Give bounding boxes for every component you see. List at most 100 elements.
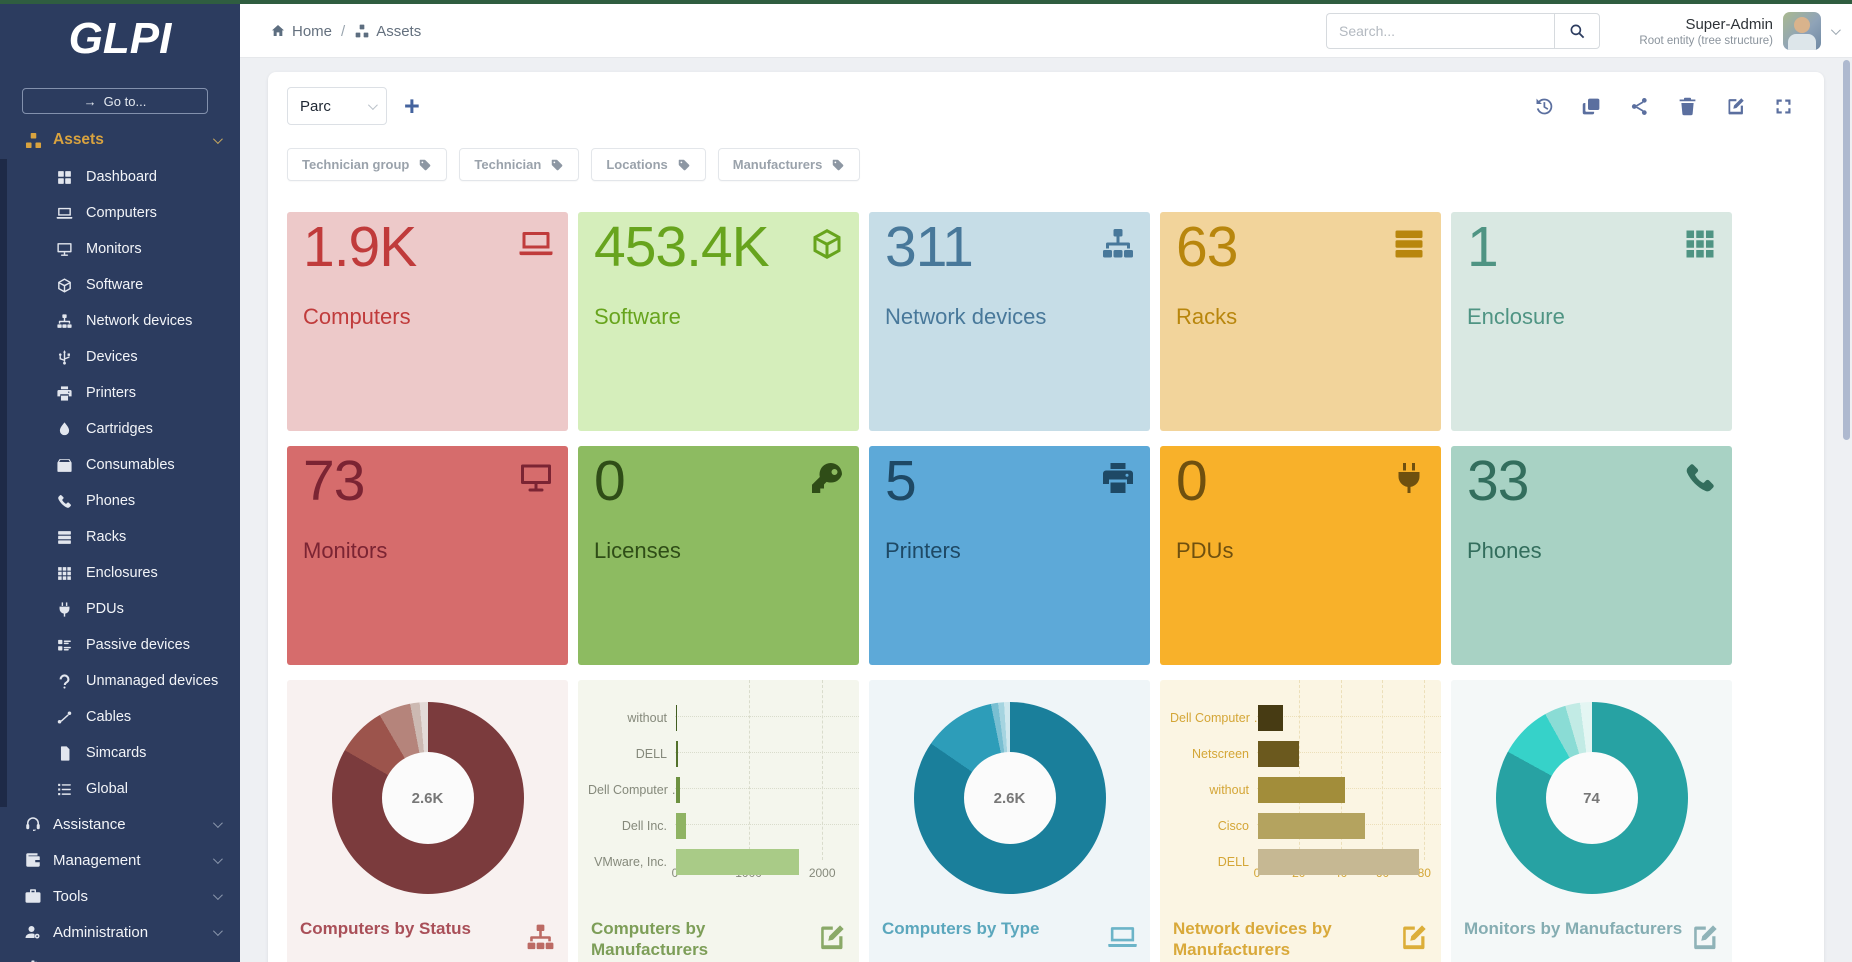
filter-technician[interactable]: Technician	[459, 148, 579, 181]
laptop-icon[interactable]	[1107, 922, 1138, 953]
filter-locations[interactable]: Locations	[591, 148, 705, 181]
plug-icon	[1391, 460, 1427, 496]
sidebar-item-assistance[interactable]: Assistance	[0, 806, 240, 842]
sidebar-item-setup[interactable]: Setup	[0, 950, 240, 962]
summary-card-pdus[interactable]: 0PDUs	[1160, 446, 1441, 665]
dashboard-selector[interactable]: Parc	[287, 87, 387, 125]
card-value: 73	[303, 448, 364, 514]
breadcrumb-item-home[interactable]: Home	[270, 23, 332, 40]
summary-card-phones[interactable]: 33Phones	[1451, 446, 1732, 665]
sidebar-item-printers[interactable]: Printers	[7, 375, 240, 411]
sidebar-item-label: Dashboard	[86, 169, 157, 185]
summary-card-network-devices[interactable]: 311Network devices	[869, 212, 1150, 431]
filter-technician-group[interactable]: Technician group	[287, 148, 447, 181]
summary-card-enclosure[interactable]: 1Enclosure	[1451, 212, 1732, 431]
filter-label: Technician	[474, 157, 541, 172]
summary-card-printers[interactable]: 5Printers	[869, 446, 1150, 665]
sidebar-item-management[interactable]: Management	[0, 842, 240, 878]
donut-chart: 2.6K	[332, 702, 524, 894]
grid2-icon	[56, 169, 73, 186]
sidebar-item-enclosures[interactable]: Enclosures	[7, 555, 240, 591]
sidebar-item-label: Simcards	[86, 745, 146, 761]
chart-title: Network devices by Manufacturers	[1173, 918, 1395, 961]
sidebar-item-software[interactable]: Software	[7, 267, 240, 303]
sidebar-item-phones[interactable]: Phones	[7, 483, 240, 519]
sitemap-icon[interactable]	[525, 922, 556, 953]
history-icon[interactable]	[1533, 96, 1554, 117]
sidebar-item-cartridges[interactable]: Cartridges	[7, 411, 240, 447]
card-label: Software	[594, 304, 681, 330]
bar-row-dell: DELL	[588, 736, 847, 772]
chart-card-computers-by-manufacturers: withoutDELLDell Computer …Dell Inc.VMwar…	[578, 680, 859, 962]
bar	[676, 741, 678, 767]
glpi-dashboard-page: GLPI → Go to... Assets Dashboard Computer…	[0, 0, 1852, 962]
sidebar-item-monitors[interactable]: Monitors	[7, 231, 240, 267]
laptop-icon	[56, 205, 73, 222]
sidebar-item-devices[interactable]: Devices	[7, 339, 240, 375]
sidebar-item-label: Assistance	[53, 816, 213, 833]
edit-icon[interactable]	[1689, 922, 1720, 953]
bar	[676, 813, 686, 839]
bar	[1258, 777, 1345, 803]
sidebar-item-consumables[interactable]: Consumables	[7, 447, 240, 483]
sidebar-item-label: Monitors	[86, 241, 142, 257]
sidebar-item-assets[interactable]: Assets	[0, 123, 240, 157]
sidebar-item-computers[interactable]: Computers	[7, 195, 240, 231]
card-value: 0	[1176, 448, 1207, 514]
share-icon[interactable]	[1629, 96, 1650, 117]
sidebar-item-label: Management	[53, 852, 213, 869]
trash-icon[interactable]	[1677, 96, 1698, 117]
sidebar-item-tools[interactable]: Tools	[0, 878, 240, 914]
edit-icon[interactable]	[1398, 922, 1429, 953]
summary-card-monitors[interactable]: 73Monitors	[287, 446, 568, 665]
summary-card-software[interactable]: 453.4K Software	[578, 212, 859, 431]
phone-icon	[1682, 460, 1718, 496]
sidebar-item-network-devices[interactable]: Network devices	[7, 303, 240, 339]
summary-card-racks[interactable]: 63Racks	[1160, 212, 1441, 431]
sidebar-item-pdus[interactable]: PDUs	[7, 591, 240, 627]
bar-chart: Dell Computer …NetscreenwithoutCiscoDELL	[1170, 700, 1429, 916]
card-label: Licenses	[594, 538, 681, 564]
sidebar-assets-label: Assets	[53, 131, 213, 149]
expand-icon[interactable]	[1773, 96, 1794, 117]
sidebar-item-label: Printers	[86, 385, 136, 401]
search-button[interactable]	[1554, 13, 1600, 49]
glpi-logo[interactable]: GLPI	[0, 14, 240, 64]
sidebar-item-global[interactable]: Global	[7, 771, 240, 807]
dashboard-actions	[1533, 96, 1794, 117]
sidebar-item-label: Passive devices	[86, 637, 190, 653]
filter-manufacturers[interactable]: Manufacturers	[718, 148, 861, 181]
sidebar-item-administration[interactable]: Administration	[0, 914, 240, 950]
sidebar-item-label: Network devices	[86, 313, 192, 329]
breadcrumb-item-assets[interactable]: Assets	[354, 23, 421, 40]
sidebar-item-cables[interactable]: Cables	[7, 699, 240, 735]
tag-icon	[677, 158, 691, 172]
summary-card-licenses[interactable]: 0Licenses	[578, 446, 859, 665]
usb-icon	[56, 349, 73, 366]
boxes-icon	[354, 23, 370, 39]
chart-title: Computers by Manufacturers	[591, 918, 813, 961]
edit-icon[interactable]	[816, 922, 847, 953]
summary-card-computers[interactable]: 1.9KComputers	[287, 212, 568, 431]
edit-icon[interactable]	[1725, 96, 1746, 117]
donut-chart: 74	[1496, 702, 1688, 894]
arrow-right-icon: →	[84, 94, 97, 109]
sidebar-item-unmanaged-devices[interactable]: Unmanaged devices	[7, 663, 240, 699]
user-text: Super-Admin Root entity (tree structure)	[1639, 16, 1773, 47]
sidebar-item-racks[interactable]: Racks	[7, 519, 240, 555]
card-value: 453.4K	[594, 214, 769, 280]
briefcase-icon	[24, 887, 42, 905]
tag-icon	[831, 158, 845, 172]
bar-label: Dell Inc.	[588, 819, 676, 833]
sidebar-item-dashboard[interactable]: Dashboard	[7, 159, 240, 195]
add-dashboard-button[interactable]: +	[404, 93, 420, 120]
sidebar-item-simcards[interactable]: Simcards	[7, 735, 240, 771]
copy-icon[interactable]	[1581, 96, 1602, 117]
sidebar-item-passive-devices[interactable]: Passive devices	[7, 627, 240, 663]
page-scrollbar-thumb[interactable]	[1843, 60, 1850, 440]
goto-button[interactable]: → Go to...	[22, 88, 208, 114]
monitor-icon	[518, 460, 554, 496]
search-input[interactable]	[1326, 13, 1554, 49]
user-menu[interactable]: Super-Admin Root entity (tree structure)	[1639, 12, 1838, 50]
sidebar-item-label: Consumables	[86, 457, 175, 473]
